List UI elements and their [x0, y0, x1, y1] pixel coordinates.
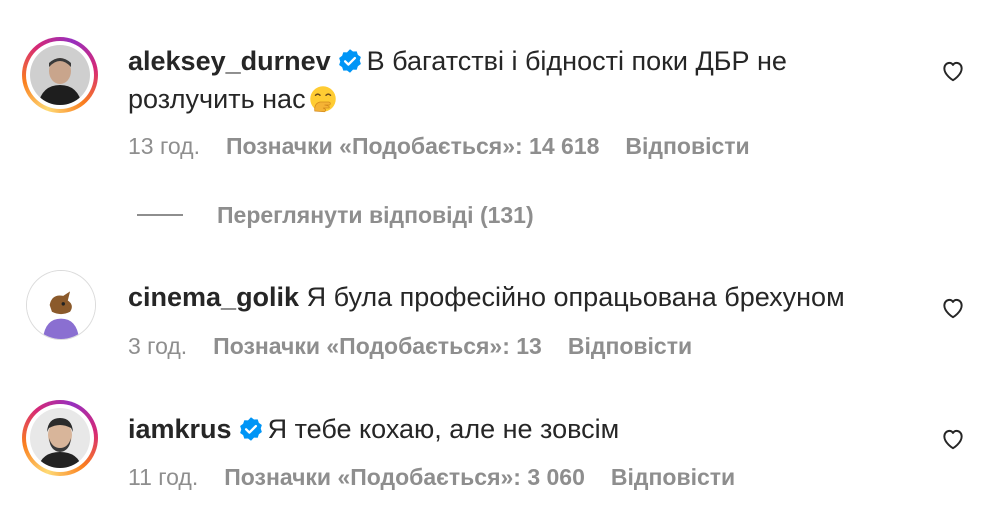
heart-outline-icon[interactable]: [940, 426, 966, 452]
verified-badge-icon: [239, 417, 262, 441]
avatar-story-ring[interactable]: [22, 37, 98, 113]
comment-time[interactable]: 13 год.: [128, 131, 200, 161]
avatar: [30, 45, 90, 105]
reply-button[interactable]: Відповісти: [625, 131, 749, 161]
comment-likes[interactable]: Позначки «Подобається»: 3 060: [224, 462, 585, 492]
comment-username[interactable]: iamkrus: [128, 414, 232, 444]
reply-button[interactable]: Відповісти: [611, 462, 735, 492]
comment-body-line1: Я була професійно опрацьована брехуном: [306, 282, 845, 312]
comment-body-line2: розлучить нас: [128, 84, 306, 114]
comment-text: cinema_golik Я була професійно опрацьова…: [128, 278, 910, 316]
face-with-hand-over-mouth-emoji: [309, 86, 336, 113]
avatar-story-ring[interactable]: [22, 400, 98, 476]
view-replies-label: Переглянути відповіді (131): [217, 201, 534, 228]
comment-meta: 11 год. Позначки «Подобається»: 3 060 Відп…: [128, 462, 735, 492]
heart-outline-icon[interactable]: [940, 58, 966, 84]
comment-username[interactable]: cinema_golik: [128, 282, 299, 312]
comment-username[interactable]: aleksey_durnev: [128, 46, 331, 76]
avatar-ring[interactable]: [26, 270, 96, 340]
comment-text: aleksey_durnev В багатстві і бідності пок…: [128, 42, 910, 118]
comment-time[interactable]: 11 год.: [128, 462, 198, 492]
comment-likes[interactable]: Позначки «Подобається»: 14 618: [226, 131, 599, 161]
heart-outline-icon[interactable]: [940, 295, 966, 321]
comment-meta: 13 год. Позначки «Подобається»: 14 618 Від…: [128, 131, 750, 161]
avatar: [30, 408, 90, 468]
view-replies-button[interactable]: Переглянути відповіді (131): [137, 199, 534, 231]
comment-body-line1: Я тебе кохаю, але не зовсім: [267, 414, 620, 444]
comment-text: iamkrus Я тебе кохаю, але не зовсім: [128, 410, 910, 448]
reply-button[interactable]: Відповісти: [568, 331, 692, 361]
comment-likes[interactable]: Позначки «Подобається»: 13: [213, 331, 542, 361]
avatar: [27, 271, 95, 339]
view-replies-divider: [137, 214, 183, 216]
comment-time[interactable]: 3 год.: [128, 331, 187, 361]
comment-body-line1: В багатстві і бідності поки ДБР не: [366, 46, 787, 76]
comment-meta: 3 год. Позначки «Подобається»: 13 Відповіс…: [128, 331, 692, 361]
verified-badge-icon: [338, 49, 361, 73]
